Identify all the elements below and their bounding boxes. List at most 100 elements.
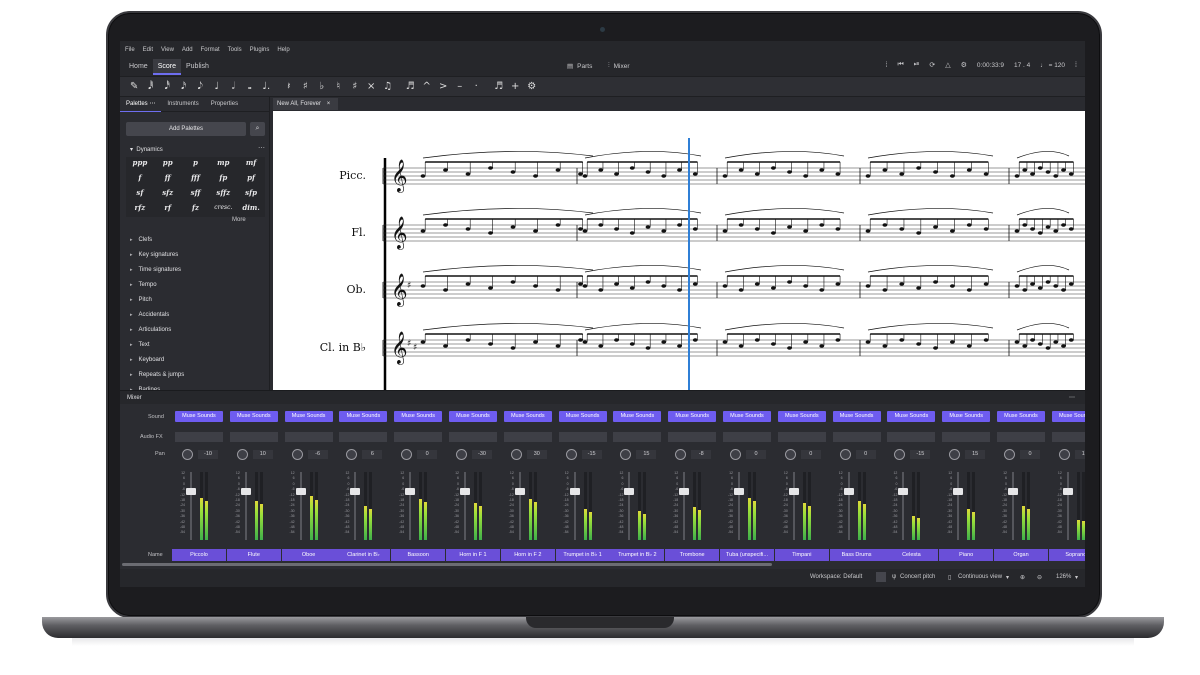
pan-value[interactable]: 17 [1074,450,1085,459]
pan-value[interactable]: 30 [526,450,547,459]
toolbar-tool-icon[interactable]: ✎ [126,81,143,92]
sound-selector[interactable]: Muse Sounds [558,411,607,422]
pan-value[interactable]: -10 [198,450,218,459]
dynamic-p[interactable]: p [182,157,210,172]
dynamic-rfz[interactable]: rfz [126,202,154,217]
toolbar-tool-icon[interactable]: 𝅘𝅥𝅰 [159,81,176,92]
pan-knob[interactable] [291,449,303,460]
zoom-in-icon[interactable]: ⊕ [1020,574,1025,581]
menu-add[interactable]: Add [182,47,193,53]
pan-knob[interactable] [1004,449,1015,460]
toolbar-tool-icon[interactable]: ♩. [258,81,275,92]
dynamic-cresc[interactable]: cresc. [209,202,237,217]
toolbar-tool-icon[interactable]: ♬ [402,81,419,92]
channel-name[interactable]: Piano [939,549,994,561]
add-palettes-button[interactable]: Add Palettes [126,122,246,136]
audio-fx-slot[interactable] [942,432,991,442]
sound-selector[interactable]: Muse Sounds [997,411,1045,422]
volume-fader[interactable] [460,488,470,496]
pan-knob[interactable] [620,449,632,460]
toolbar-tool-icon[interactable]: ♩ [209,81,226,92]
volume-fader[interactable] [295,488,306,496]
more-icon[interactable]: ⋯ [149,101,155,107]
toolbar-tool-icon[interactable]: ♭ [314,81,331,92]
sound-selector[interactable]: Muse Sounds [832,411,881,422]
audio-fx-slot[interactable] [175,432,223,442]
sound-selector[interactable]: Muse Sounds [284,411,333,422]
channel-name[interactable]: Oboe [281,549,336,561]
rewind-icon[interactable]: ⏮ [897,61,903,69]
menu-edit[interactable]: Edit [143,47,153,53]
pan-knob[interactable] [839,449,851,460]
dynamic-pp[interactable]: pp [154,157,182,172]
channel-name[interactable]: Horn in F 2 [500,549,555,561]
pan-knob[interactable] [1058,449,1070,460]
sound-selector[interactable]: Muse Sounds [449,411,497,422]
dynamic-sfp[interactable]: sfp [237,187,265,202]
dynamic-fz[interactable]: fz [182,202,210,217]
volume-fader[interactable] [953,488,964,496]
sound-selector[interactable]: Muse Sounds [887,411,936,422]
channel-name[interactable]: Celesta [884,549,939,561]
audio-fx-slot[interactable] [777,432,826,442]
channel-name[interactable]: Horn in F 1 [446,549,500,561]
sound-selector[interactable]: Muse Sounds [1051,411,1085,422]
volume-fader[interactable] [350,488,361,496]
toolbar-tool-icon[interactable]: ♮ [330,81,347,92]
dynamic-rf[interactable]: rf [154,202,182,217]
channel-name[interactable]: Tuba (unspecifi... [720,549,774,561]
menu-format[interactable]: Format [201,47,220,53]
dynamics-palette-header[interactable]: ▾ Dynamics [130,146,163,153]
dynamic-dim[interactable]: dim. [237,202,265,217]
toolbar-tool-icon[interactable]: 𝅘𝅥𝅱 [143,81,160,92]
toolbar-tool-icon[interactable]: ♫ [380,81,397,92]
channel-name[interactable]: Bass Drums [829,549,884,561]
pan-value[interactable]: -15 [581,450,602,459]
toolbar-tool-icon[interactable]: ♬ [491,81,508,92]
toolbar-tool-icon[interactable]: ^ [419,81,436,92]
toolbar-tool-icon[interactable]: 𝅘𝅥𝅮 [192,81,209,92]
zoom-level[interactable]: 126% [1056,574,1071,580]
workspace-selector[interactable]: Workspace: Default [810,574,862,580]
dynamic-sfz[interactable]: sfz [154,187,182,202]
mixer-button[interactable]: ⫶ Mixer [608,62,630,70]
audio-fx-slot[interactable] [339,432,388,442]
pan-knob[interactable] [182,449,193,460]
audio-fx-slot[interactable] [284,432,333,442]
audio-fx-slot[interactable] [997,432,1045,442]
palette-item-text[interactable]: Text [130,338,184,353]
audio-fx-slot[interactable] [558,432,607,442]
menu-tools[interactable]: Tools [228,47,242,53]
audio-fx-slot[interactable] [503,432,552,442]
toolbar-tool-icon[interactable]: · [468,81,485,92]
volume-fader[interactable] [898,488,909,496]
toolbar-tool-icon[interactable]: 𝅝 [242,81,259,92]
audio-fx-slot[interactable] [613,432,662,442]
score-notation[interactable]: Picc. 𝄞Fl. 𝄞Ob. 𝄞 ♯Cl. in B♭ 𝄞 ♯ ♯ [273,111,1085,390]
volume-fader[interactable] [569,488,580,496]
palette-item-key-signatures[interactable]: Key signatures [130,248,184,263]
dynamics-more-button[interactable]: More [232,217,246,223]
dynamic-fff[interactable]: fff [182,172,210,187]
pan-knob[interactable] [510,449,522,460]
pan-knob[interactable] [949,449,961,460]
tab-publish[interactable]: Publish [181,59,214,75]
dynamic-pf[interactable]: pf [237,172,265,187]
audio-fx-slot[interactable] [832,432,881,442]
palette-item-repeats-jumps[interactable]: Repeats & jumps [130,368,185,383]
search-icon[interactable]: ⌕ [250,122,265,136]
volume-fader[interactable] [679,488,690,496]
audio-fx-slot[interactable] [723,432,771,442]
metronome-icon[interactable]: △ [945,61,950,69]
more-options-icon[interactable]: ⁞ [1075,62,1077,69]
tab-palettes[interactable]: Palettes ⋯ [120,97,162,112]
pan-knob[interactable] [894,449,906,460]
pan-value[interactable]: -15 [910,450,931,459]
close-icon[interactable]: × [327,101,331,107]
palette-item-accidentals[interactable]: Accidentals [130,308,184,323]
pan-knob[interactable] [236,449,248,460]
play-icon[interactable]: ⏯ [914,61,920,69]
dynamic-f[interactable]: f [126,172,154,187]
channel-name[interactable]: Clarinet in B♭ [336,549,391,561]
toolbar-tool-icon[interactable]: 𝄽 [281,81,298,92]
